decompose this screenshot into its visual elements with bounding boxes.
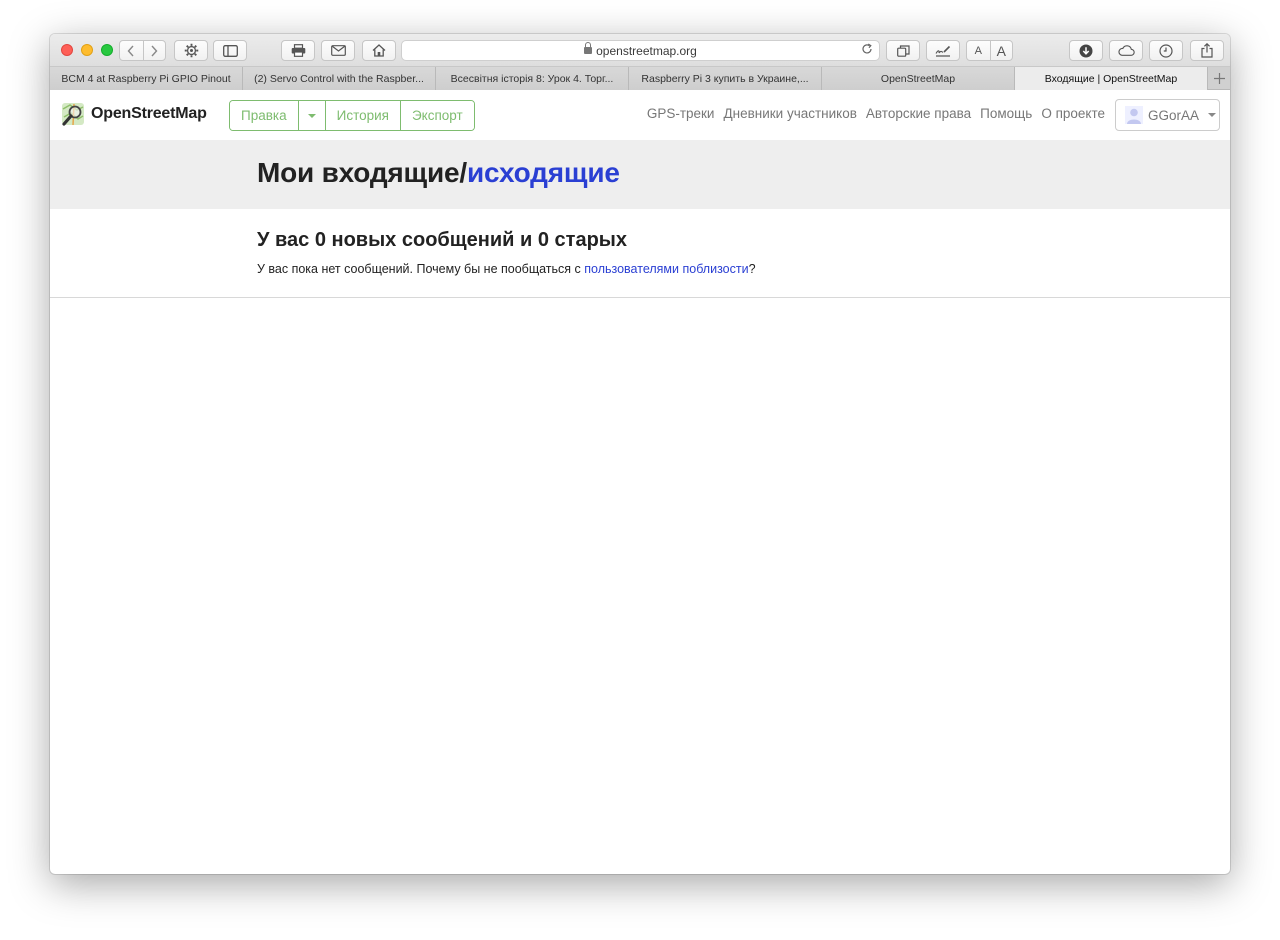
share-button[interactable]	[1190, 40, 1224, 61]
content-header: Мои входящие/исходящие	[50, 140, 1230, 209]
osm-logo-icon	[62, 103, 84, 126]
browser-tab[interactable]: (2) Servo Control with the Raspber...	[243, 67, 436, 90]
sidebar-button[interactable]	[213, 40, 247, 61]
window-controls	[61, 44, 113, 56]
download-icon	[1079, 44, 1093, 57]
osm-header: OpenStreetMap Правка История Экспорт GPS…	[50, 90, 1230, 140]
gear-icon	[184, 43, 198, 58]
tabs-icon	[896, 44, 910, 57]
browser-tab[interactable]: OpenStreetMap	[822, 67, 1015, 90]
page-title-text: Мои входящие/	[257, 157, 467, 188]
nav-link-diaries[interactable]: Дневники участников	[723, 106, 856, 121]
plus-icon	[1213, 72, 1225, 84]
caret-down-icon	[307, 113, 316, 118]
avatar	[1125, 106, 1143, 124]
new-tab-button[interactable]	[1208, 67, 1230, 89]
primary-nav: Правка История Экспорт	[229, 100, 475, 131]
empty-messages-text: У вас пока нет сообщений. Почему бы не п…	[257, 262, 756, 276]
font-size-buttons: A A	[966, 40, 1013, 61]
osm-logo-text: OpenStreetMap	[91, 105, 207, 122]
osm-logo-link[interactable]: OpenStreetMap	[60, 101, 207, 127]
signature-icon	[935, 45, 951, 57]
caret-down-icon	[1208, 113, 1217, 117]
tab-bar: BCM 4 at Raspberry Pi GPIO Pinout (2) Se…	[50, 67, 1230, 90]
browser-window: openstreetmap.org A A BCM 4 at Raspberry…	[50, 34, 1230, 874]
home-icon	[372, 44, 386, 57]
zoom-window-button[interactable]	[101, 44, 113, 56]
reload-button[interactable]	[861, 43, 873, 58]
back-forward-buttons	[119, 40, 166, 61]
username: GGorAA	[1148, 107, 1200, 123]
edit-button[interactable]: Правка	[230, 101, 298, 130]
printer-icon	[291, 44, 305, 57]
tab-overview-button[interactable]	[886, 40, 920, 61]
edit-toolbar-button[interactable]	[926, 40, 960, 61]
messages-summary: У вас 0 новых сообщений и 0 старых	[257, 229, 627, 251]
empty-messages-prefix: У вас пока нет сообщений. Почему бы не п…	[257, 262, 585, 276]
secondary-nav: GPS-треки Дневники участников Авторские …	[647, 106, 1105, 121]
history-button[interactable]	[1149, 40, 1183, 61]
minimize-window-button[interactable]	[81, 44, 93, 56]
close-window-button[interactable]	[61, 44, 73, 56]
messages-section: У вас 0 новых сообщений и 0 старых У вас…	[50, 209, 1230, 298]
export-button[interactable]: Экспорт	[399, 101, 474, 130]
browser-toolbar: openstreetmap.org A A	[50, 34, 1230, 67]
envelope-icon	[330, 45, 346, 56]
user-menu-button[interactable]: GGorAA	[1115, 99, 1220, 131]
downloads-button[interactable]	[1069, 40, 1103, 61]
nav-link-copyright[interactable]: Авторские права	[866, 106, 971, 121]
forward-button[interactable]	[142, 41, 166, 60]
home-button[interactable]	[362, 40, 396, 61]
empty-messages-suffix: ?	[748, 262, 756, 276]
reload-icon	[862, 43, 872, 54]
browser-tab-active[interactable]: Входящие | OpenStreetMap	[1015, 67, 1208, 90]
page-title: Мои входящие/исходящие	[257, 157, 620, 189]
nearby-users-link[interactable]: пользователями поблизости	[584, 262, 748, 276]
cloud-icon	[1117, 45, 1135, 56]
history-tab-button[interactable]: История	[324, 101, 400, 130]
browser-tab[interactable]: Raspberry Pi 3 купить в Украине,...	[629, 67, 822, 90]
chevron-right-icon	[151, 45, 158, 56]
chevron-left-icon	[127, 45, 134, 56]
address-text: openstreetmap.org	[596, 43, 697, 58]
browser-tab[interactable]: Всесвітня історія 8: Урок 4. Торг...	[436, 67, 629, 90]
mail-button[interactable]	[321, 40, 355, 61]
icloud-button[interactable]	[1109, 40, 1143, 61]
share-icon	[1201, 43, 1213, 58]
print-button[interactable]	[281, 40, 315, 61]
outbox-link[interactable]: исходящие	[467, 157, 620, 188]
larger-text-button[interactable]: A	[989, 41, 1013, 60]
address-bar[interactable]: openstreetmap.org	[401, 40, 880, 61]
extension-button[interactable]	[174, 40, 208, 61]
nav-link-about[interactable]: О проекте	[1041, 106, 1105, 121]
nav-link-help[interactable]: Помощь	[980, 106, 1032, 121]
sidebar-icon	[222, 44, 238, 57]
back-button[interactable]	[120, 41, 143, 60]
nav-link-gps-traces[interactable]: GPS-треки	[647, 106, 715, 121]
lock-icon	[584, 42, 593, 55]
smaller-text-button[interactable]: A	[967, 41, 990, 60]
browser-tab[interactable]: BCM 4 at Raspberry Pi GPIO Pinout	[50, 67, 243, 90]
clock-icon	[1159, 43, 1173, 58]
edit-dropdown-toggle[interactable]	[297, 101, 325, 130]
